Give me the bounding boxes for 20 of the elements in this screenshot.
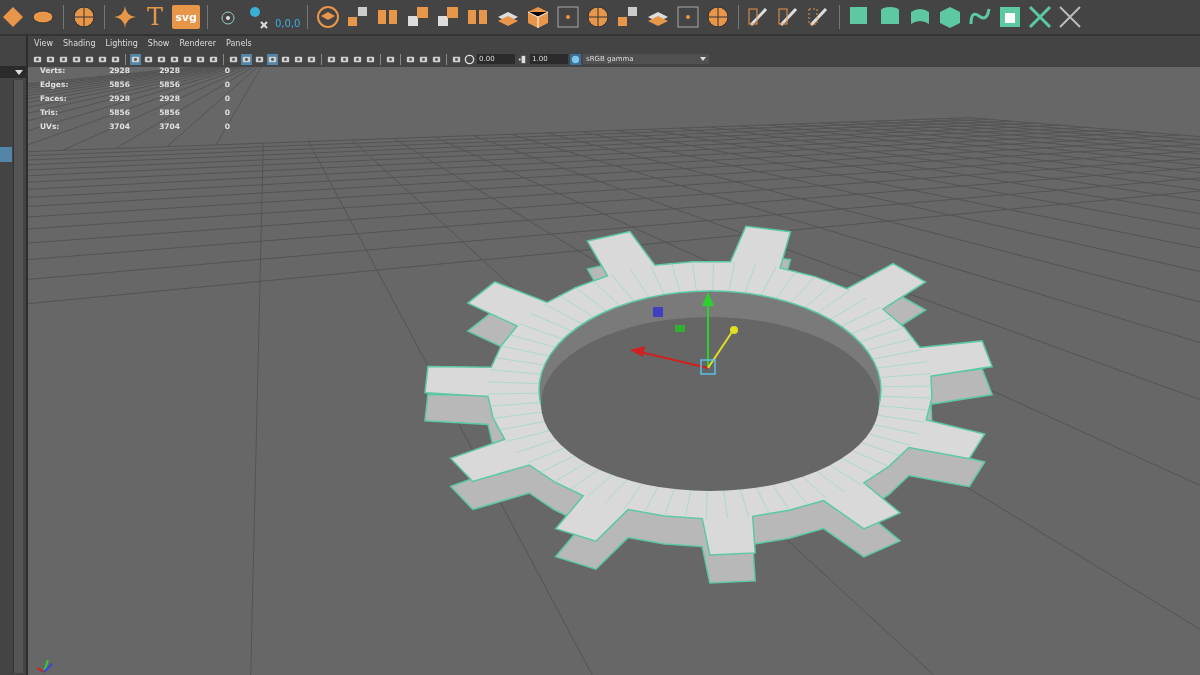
scrollbar[interactable] [13,80,23,673]
menu-item[interactable]: Renderer [179,39,216,48]
menu-item[interactable]: Show [147,39,170,48]
menu-item[interactable]: Panels [225,39,252,48]
gear-mesh-drawing[interactable] [424,225,994,584]
selection-marker [0,147,12,162]
text-tool-button[interactable]: T [142,4,168,30]
move-manipulator-drawing[interactable] [630,292,738,375]
dropdown[interactable] [0,66,26,78]
gamma-icon[interactable] [517,53,528,65]
color-management-icon[interactable] [570,53,581,65]
menu-item[interactable]: View [34,39,53,48]
cross-icon[interactable] [1027,4,1054,30]
reset-coordinates-button[interactable]: 0,0,0 [275,5,301,29]
axis-indicator-drawing [36,659,53,673]
sphere-grid-icon[interactable] [585,4,612,30]
menu-item[interactable]: Lighting [105,39,138,48]
sphere-grid-icon[interactable] [705,4,732,30]
menu-item[interactable]: Shading [63,39,96,48]
layers-icon[interactable] [315,4,342,30]
